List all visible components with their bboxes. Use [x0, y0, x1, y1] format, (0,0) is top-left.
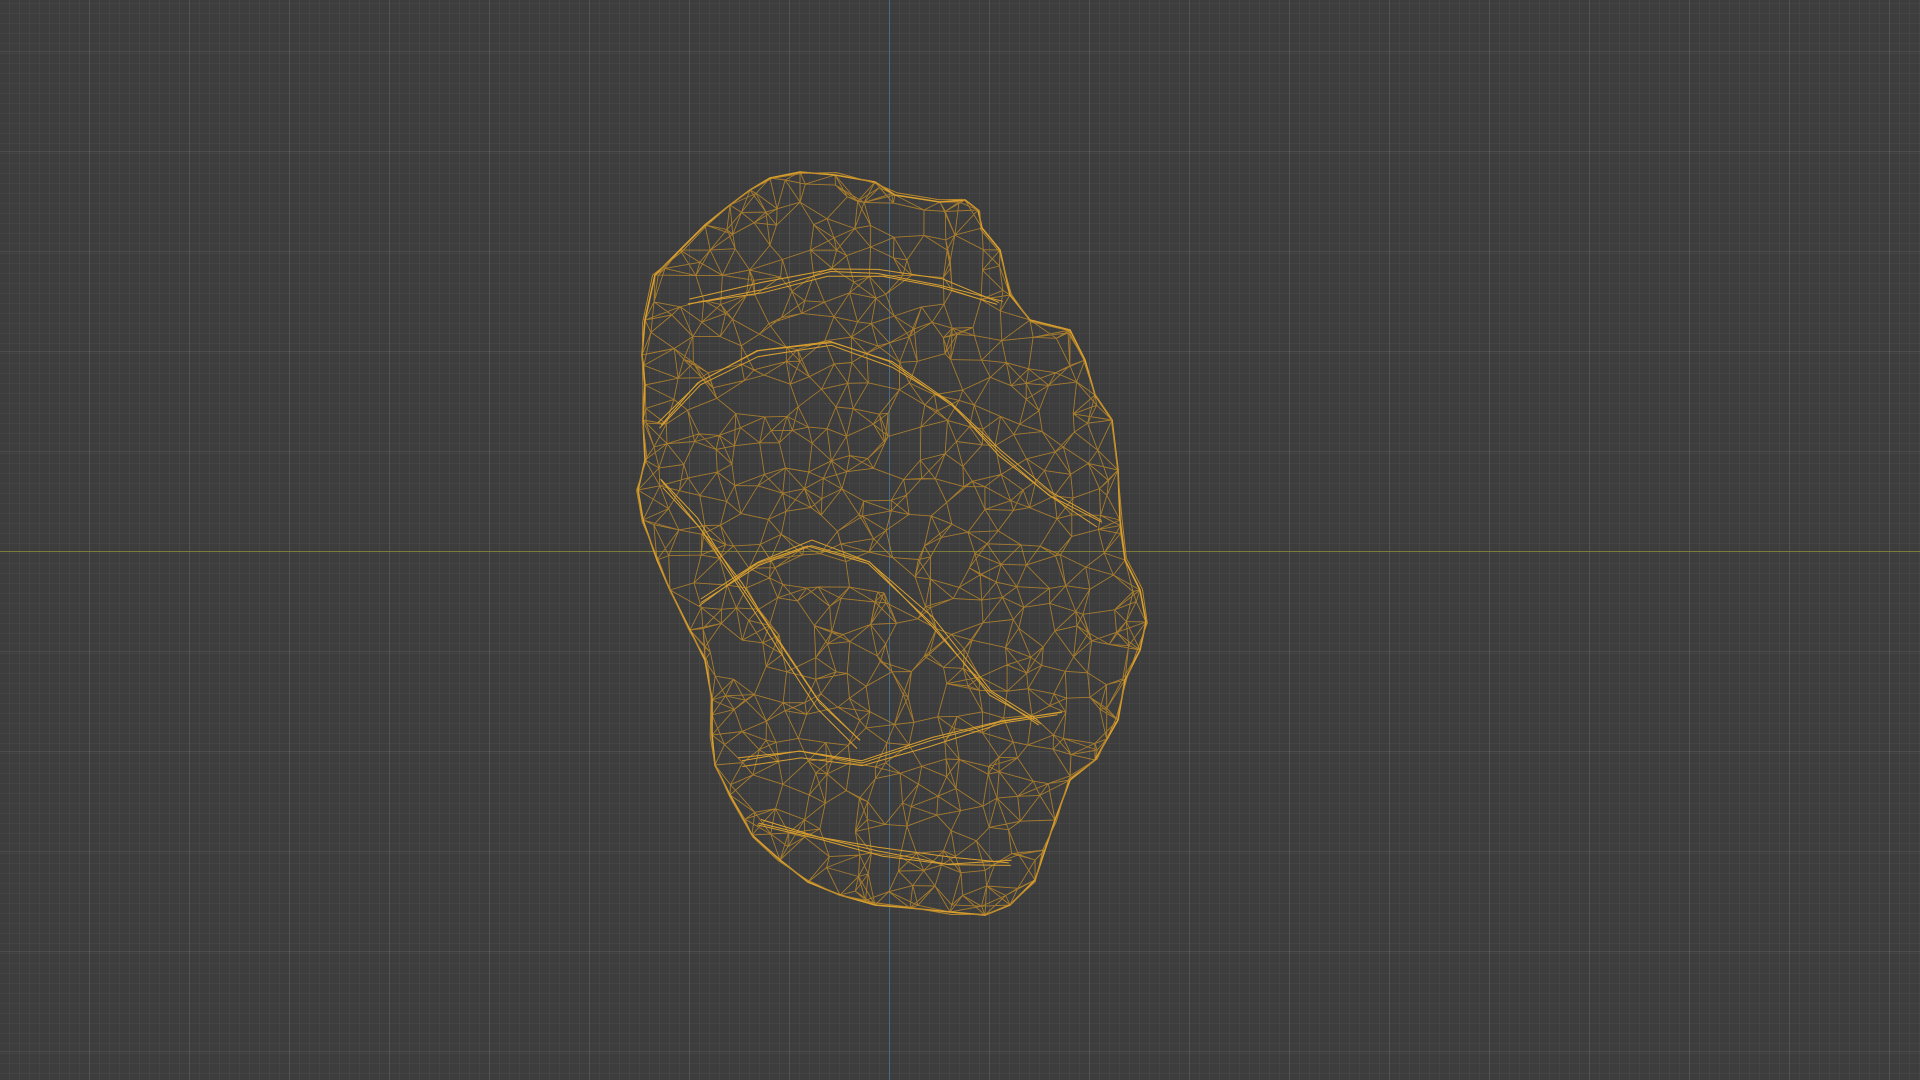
mesh-triangle-edges [637, 171, 1147, 916]
mesh-ridge-line [689, 268, 1000, 303]
mesh-ridge-line [758, 822, 1012, 865]
wireframe-mesh-object[interactable] [0, 0, 1920, 1080]
mesh-outline [637, 171, 1147, 916]
3d-viewport[interactable] [0, 0, 1920, 1080]
mesh-ridge-line [741, 711, 1063, 764]
mesh-edges [637, 171, 1147, 916]
